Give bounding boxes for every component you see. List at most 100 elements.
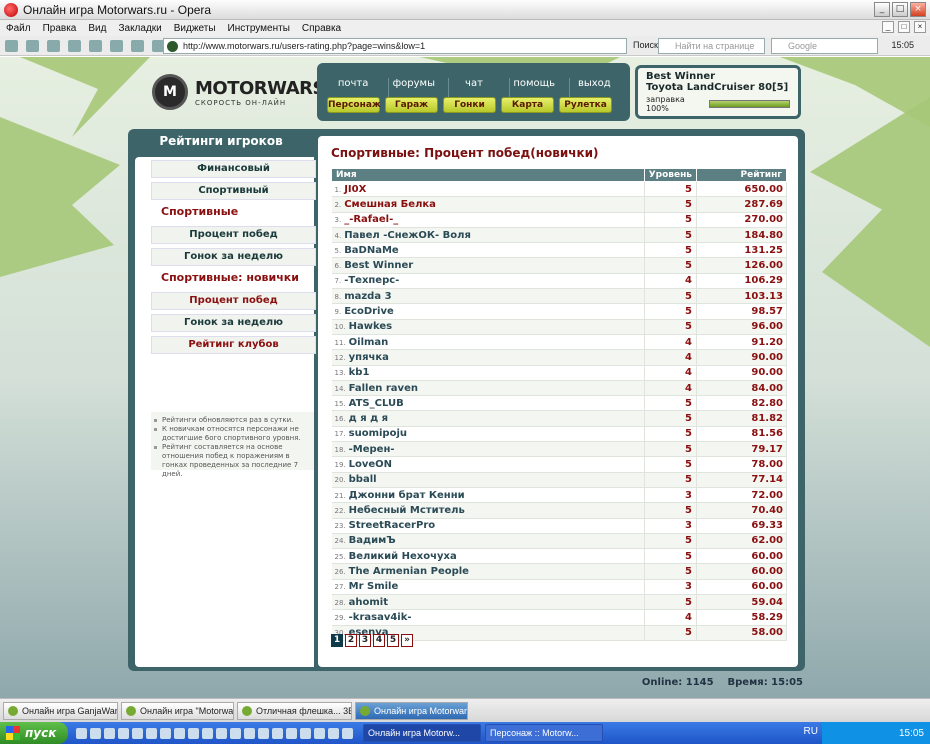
browser-tab[interactable]: Отличная флешка... 3В... <box>237 701 352 720</box>
player-cell[interactable]: 5. BaDNaMe <box>331 242 645 259</box>
player-name[interactable]: Hawkes <box>349 321 392 332</box>
menu-item-0[interactable]: Файл <box>6 23 31 34</box>
player-name[interactable]: Небесный Мститель <box>349 505 465 516</box>
player-cell[interactable]: 9. EcoDrive <box>331 303 645 320</box>
player-name[interactable]: The Armenian People <box>349 566 469 577</box>
player-name[interactable]: bball <box>349 474 377 485</box>
quick-launch-icon[interactable] <box>272 727 283 739</box>
player-cell[interactable]: 1. JI0X <box>331 181 645 198</box>
player-cell[interactable]: 12. упячка <box>331 349 645 366</box>
player-cell[interactable]: 3. _-Rafael-_ <box>331 212 645 228</box>
reload-icon[interactable] <box>131 39 144 52</box>
player-cell[interactable]: 7. -Техперс- <box>331 273 645 290</box>
search-label[interactable]: Поиск <box>633 40 658 50</box>
player-name[interactable]: EcoDrive <box>344 306 394 317</box>
quick-launch-icon[interactable] <box>314 727 325 739</box>
quick-launch-icon[interactable] <box>216 727 227 739</box>
player-name[interactable]: StreetRacerPro <box>349 520 435 531</box>
player-cell[interactable]: 21. Джонни брат Кенни <box>331 487 645 504</box>
nav-button-4[interactable]: Рулетка <box>559 97 612 113</box>
rating-menu-item[interactable]: Процент побед <box>151 292 316 310</box>
find-in-page-input[interactable]: Найти на странице <box>658 38 765 54</box>
player-cell[interactable]: 17. suomipoju <box>331 426 645 443</box>
player-name[interactable]: Best Winner <box>646 71 790 82</box>
rewind-icon[interactable] <box>68 39 81 52</box>
nav-button-1[interactable]: Гараж <box>385 97 438 113</box>
player-name[interactable]: упячка <box>349 352 389 363</box>
google-search-input[interactable]: Google <box>771 38 878 54</box>
player-cell[interactable]: 28. ahomit <box>331 594 645 611</box>
quick-launch-icon[interactable] <box>118 727 129 739</box>
tab-minimize-icon[interactable]: _ <box>882 21 894 33</box>
player-name[interactable]: mazda 3 <box>344 291 391 302</box>
player-cell[interactable]: 8. mazda 3 <box>331 288 645 305</box>
player-name[interactable]: Oilman <box>349 337 389 348</box>
quick-launch-icon[interactable] <box>174 727 185 739</box>
menu-item-1[interactable]: Правка <box>43 23 77 34</box>
player-cell[interactable]: 25. Великий Нехочуха <box>331 548 645 565</box>
player-name[interactable]: ahomit <box>349 597 388 608</box>
player-cell[interactable]: 22. Небесный Мститель <box>331 502 645 519</box>
quick-launch-icon[interactable] <box>90 727 101 739</box>
save-icon[interactable] <box>26 39 39 52</box>
player-cell[interactable]: 20. bball <box>331 472 645 488</box>
browser-tab[interactable]: Онлайн игра Motorwars.ru <box>355 701 468 720</box>
player-cell[interactable]: 23. StreetRacerPro <box>331 518 645 534</box>
player-name[interactable]: д я д я <box>349 413 388 424</box>
address-field[interactable]: http://www.motorwars.ru/users-rating.php… <box>163 38 627 54</box>
forward-icon[interactable] <box>89 39 102 52</box>
nav-link-4[interactable]: выход <box>568 78 619 97</box>
player-name[interactable]: Best Winner <box>344 260 413 271</box>
back-icon[interactable] <box>47 39 60 52</box>
menu-item-3[interactable]: Закладки <box>118 23 161 34</box>
quick-launch-icon[interactable] <box>244 727 255 739</box>
menu-item-6[interactable]: Справка <box>302 23 341 34</box>
maximize-button[interactable]: □ <box>892 2 908 17</box>
page-link[interactable]: » <box>401 634 413 647</box>
player-cell[interactable]: 11. Oilman <box>331 334 645 351</box>
player-cell[interactable]: 10. Hawkes <box>331 319 645 335</box>
address-url[interactable]: http://www.motorwars.ru/users-rating.php… <box>183 41 425 51</box>
menu-item-2[interactable]: Вид <box>88 23 106 34</box>
player-cell[interactable]: 24. ВадимЪ <box>331 533 645 550</box>
nav-button-3[interactable]: Карта <box>501 97 554 113</box>
page-link[interactable]: 4 <box>373 634 385 647</box>
rating-menu-item[interactable]: Процент побед <box>151 226 316 244</box>
player-cell[interactable]: 19. LoveON <box>331 456 645 473</box>
fast-forward-icon[interactable] <box>110 39 123 52</box>
browser-tab[interactable]: Онлайн игра GanjaWars... <box>3 701 118 720</box>
quick-launch-icon[interactable] <box>132 727 143 739</box>
player-cell[interactable]: 29. -krasav4ik- <box>331 609 645 626</box>
nav-link-2[interactable]: чат <box>448 78 498 97</box>
nav-button-2[interactable]: Гонки <box>443 97 496 113</box>
player-name[interactable]: ATS_CLUB <box>349 398 404 409</box>
rating-menu-item[interactable]: Рейтинг клубов <box>151 336 316 354</box>
player-name[interactable]: -Мерен- <box>349 444 395 455</box>
player-name[interactable]: Mr Smile <box>349 581 399 592</box>
player-cell[interactable]: 2. Смешная Белка <box>331 196 645 213</box>
minimize-button[interactable]: _ <box>874 2 890 17</box>
tab-close-icon[interactable]: × <box>914 21 926 33</box>
player-cell[interactable]: 16. д я д я <box>331 410 645 427</box>
quick-launch-icon[interactable] <box>146 727 157 739</box>
quick-launch-icon[interactable] <box>202 727 213 739</box>
player-name[interactable]: suomipoju <box>349 428 407 439</box>
player-cell[interactable]: 18. -Мерен- <box>331 441 645 458</box>
player-name[interactable]: _-Rafael-_ <box>344 214 398 225</box>
rating-menu-item[interactable]: Спортивный <box>151 182 316 200</box>
nav-link-1[interactable]: форумы <box>388 78 438 97</box>
nav-button-0[interactable]: Персонаж <box>327 97 381 113</box>
quick-launch-icon[interactable] <box>230 727 241 739</box>
language-indicator[interactable]: RU <box>804 726 818 737</box>
player-cell[interactable]: 27. Mr Smile <box>331 579 645 596</box>
nav-link-3[interactable]: помощь <box>508 78 559 97</box>
new-page-icon[interactable] <box>5 39 18 52</box>
page-link[interactable]: 1 <box>331 634 343 647</box>
player-name[interactable]: LoveON <box>349 459 392 470</box>
player-name[interactable]: JI0X <box>344 184 366 195</box>
tab-restore-icon[interactable]: □ <box>898 21 910 33</box>
player-name[interactable]: Смешная Белка <box>344 199 436 210</box>
player-name[interactable]: -Техперс- <box>344 275 399 286</box>
player-name[interactable]: kb1 <box>349 367 370 378</box>
menu-item-4[interactable]: Виджеты <box>174 23 216 34</box>
